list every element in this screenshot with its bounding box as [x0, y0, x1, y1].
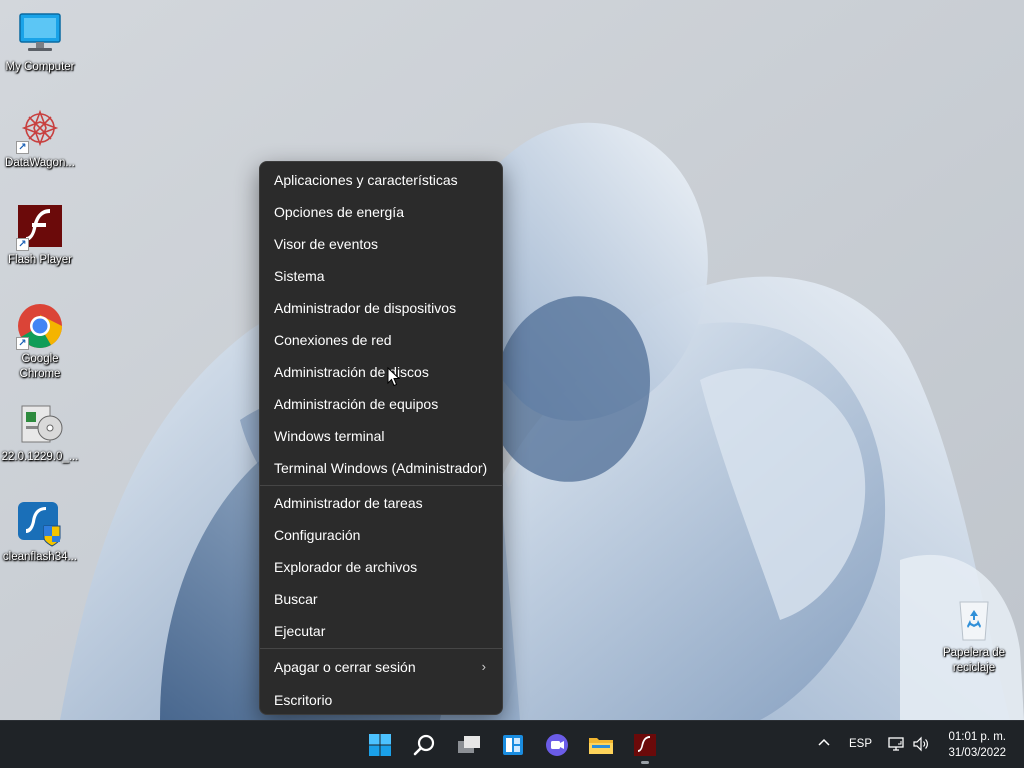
task-view-icon [458, 736, 480, 753]
context-menu: Aplicaciones y características Opciones … [259, 161, 503, 715]
menu-item-settings[interactable]: Configuración [260, 519, 502, 551]
clock[interactable]: 01:01 p. m. 31/03/2022 [948, 729, 1006, 761]
menu-item-label: Apagar o cerrar sesión [274, 659, 416, 675]
file-explorer-icon [589, 738, 613, 754]
chat-button[interactable] [541, 729, 573, 761]
menu-item-power-options[interactable]: Opciones de energía [260, 196, 502, 228]
menu-item-shutdown-signout[interactable]: Apagar o cerrar sesión › [260, 650, 502, 684]
flash-icon: ↗ [16, 203, 64, 251]
desktop-icon-label: My Computer [5, 61, 75, 73]
menu-item-event-viewer[interactable]: Visor de eventos [260, 228, 502, 260]
desktop-icon-label: 22.0.1229.0_... [1, 451, 79, 463]
language-indicator[interactable]: ESP [849, 738, 872, 750]
menu-item-device-manager[interactable]: Administrador de dispositivos [260, 292, 502, 324]
volume-icon[interactable] [912, 736, 930, 755]
desktop-icon-label: DataWagon... [5, 157, 75, 169]
clock-date: 31/03/2022 [948, 747, 1006, 759]
desktop-icon-recycle-bin[interactable]: Papelera de reciclaje [934, 596, 1014, 676]
recycle-bin-icon [950, 596, 998, 644]
start-icon [369, 734, 391, 756]
shortcut-arrow-icon: ↗ [16, 141, 29, 154]
shortcut-arrow-icon: ↗ [16, 238, 29, 251]
shortcut-arrow-icon: ↗ [16, 337, 29, 350]
menu-item-search[interactable]: Buscar [260, 583, 502, 615]
chrome-icon: ↗ [16, 302, 64, 350]
cleanflash-icon [16, 500, 64, 548]
search-button[interactable] [409, 729, 441, 761]
menu-item-run[interactable]: Ejecutar [260, 615, 502, 647]
widgets-button[interactable] [497, 729, 529, 761]
flash-player-icon [634, 734, 656, 756]
running-indicator [641, 761, 649, 764]
clock-time: 01:01 p. m. [948, 731, 1006, 743]
chevron-up-icon [818, 738, 830, 746]
menu-item-computer-management[interactable]: Administración de equipos [260, 388, 502, 420]
menu-item-task-manager[interactable]: Administrador de tareas [260, 487, 502, 519]
flash-player-taskbar-button[interactable] [629, 729, 661, 764]
desktop-icon-cleanflash[interactable]: cleanflash34... [0, 500, 80, 565]
menu-item-file-explorer[interactable]: Explorador de archivos [260, 551, 502, 583]
menu-item-desktop[interactable]: Escritorio [260, 684, 502, 716]
chat-icon [546, 734, 568, 756]
mouse-cursor-icon [387, 367, 401, 387]
network-icon[interactable] [887, 736, 905, 755]
installer-icon [16, 400, 64, 448]
desktop-icon-label: Papelera de reciclaje [942, 647, 1006, 674]
menu-item-apps-features[interactable]: Aplicaciones y características [260, 164, 502, 196]
task-view-button[interactable] [453, 729, 485, 761]
datawagon-icon: ↗ [16, 106, 64, 154]
widgets-icon [503, 735, 523, 755]
menu-item-system[interactable]: Sistema [260, 260, 502, 292]
desktop-wallpaper [0, 0, 1024, 720]
taskbar: ESP 01:01 p. m. 31/03/2022 [0, 720, 1024, 768]
desktop-icon-label: Flash Player [8, 254, 72, 266]
menu-item-windows-terminal-admin[interactable]: Terminal Windows (Administrador) [260, 452, 502, 484]
desktop-icon-datawagon[interactable]: ↗ DataWagon... [0, 106, 80, 171]
menu-item-windows-terminal[interactable]: Windows terminal [260, 420, 502, 452]
menu-separator [260, 648, 502, 649]
file-explorer-button[interactable] [585, 729, 617, 761]
search-icon [413, 734, 435, 756]
menu-item-disk-management[interactable]: Administración de discos [260, 356, 502, 388]
desktop-icon-flash-player[interactable]: ↗ Flash Player [0, 203, 80, 268]
start-button[interactable] [364, 729, 396, 761]
tray-overflow-button[interactable] [817, 735, 831, 752]
desktop-icon-my-computer[interactable]: My Computer [0, 10, 80, 75]
menu-separator [260, 485, 502, 486]
desktop-icon-google-chrome[interactable]: ↗ Google Chrome [0, 302, 80, 382]
menu-item-network-connections[interactable]: Conexiones de red [260, 324, 502, 356]
chevron-right-icon: › [481, 659, 486, 674]
monitor-icon [16, 10, 64, 58]
desktop-icon-installer[interactable]: 22.0.1229.0_... [0, 400, 80, 465]
desktop-icon-label: Google Chrome [19, 353, 61, 380]
desktop-icon-label: cleanflash34... [2, 551, 78, 563]
